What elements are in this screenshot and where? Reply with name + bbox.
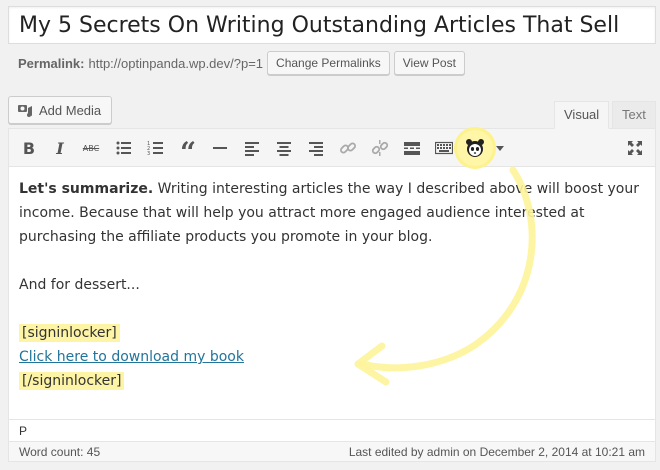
permalink-url[interactable]: http://optinpanda.wp.dev/?p=1 <box>88 56 263 71</box>
strikethrough-button[interactable]: ABC <box>77 134 105 162</box>
align-left-icon <box>245 142 259 156</box>
view-post-button[interactable]: View Post <box>393 51 465 75</box>
editor: B I ABC 123 “ Let's summarize. Writing i… <box>8 128 656 462</box>
align-center-button[interactable] <box>270 134 298 162</box>
summary-bold: Let's summarize. <box>19 181 154 197</box>
blockquote-icon: “ <box>179 136 197 169</box>
svg-text:3: 3 <box>147 151 150 157</box>
locker-close-shortcode: [/signinlocker] <box>19 372 125 390</box>
align-left-button[interactable] <box>238 134 266 162</box>
chevron-down-icon[interactable] <box>493 141 507 155</box>
add-media-label: Add Media <box>39 102 102 118</box>
download-book-link[interactable]: Click here to download my book <box>19 349 244 365</box>
read-more-button[interactable] <box>398 134 426 162</box>
align-right-button[interactable] <box>302 134 330 162</box>
summary-paragraph: Let's summarize. Writing interesting art… <box>19 177 647 249</box>
locker-open-shortcode: [signinlocker] <box>19 324 120 342</box>
horizontal-line-button[interactable] <box>206 134 234 162</box>
editor-toolbar: B I ABC 123 “ <box>9 129 655 167</box>
add-media-button[interactable]: Add Media <box>8 96 113 124</box>
italic-button[interactable]: I <box>46 134 74 162</box>
bold-icon: B <box>22 138 36 158</box>
permalink-label: Permalink: <box>18 55 85 71</box>
element-path[interactable]: P <box>9 419 655 441</box>
read-more-icon <box>404 142 420 155</box>
camera-music-icon <box>17 102 33 118</box>
horizontal-line-icon <box>213 147 227 149</box>
unlink-icon <box>371 140 389 156</box>
align-center-icon <box>277 142 291 156</box>
optin-panda-button[interactable] <box>457 130 493 166</box>
strikethrough-icon: ABC <box>82 143 100 153</box>
editor-status-bar: Word count: 45 Last edited by admin on D… <box>9 441 655 461</box>
word-count: Word count: 45 <box>19 444 101 459</box>
bulleted-list-icon <box>116 141 131 155</box>
fullscreen-button[interactable] <box>621 134 649 162</box>
link-icon <box>340 142 356 154</box>
last-edited: Last edited by admin on December 2, 2014… <box>348 444 645 459</box>
keyboard-icon <box>435 141 453 155</box>
blockquote-button[interactable]: “ <box>174 134 202 169</box>
tab-visual[interactable]: Visual <box>554 101 610 129</box>
tab-text[interactable]: Text <box>612 101 656 129</box>
bold-button[interactable]: B <box>15 134 43 162</box>
change-permalinks-button[interactable]: Change Permalinks <box>267 51 390 75</box>
fullscreen-icon <box>628 141 642 155</box>
remove-link-button[interactable] <box>366 134 394 162</box>
post-title-input[interactable] <box>8 6 656 44</box>
toolbar-toggle-button[interactable] <box>430 134 458 162</box>
insert-link-button[interactable] <box>334 134 362 162</box>
dessert-paragraph: And for dessert... <box>19 277 140 293</box>
bulleted-list-button[interactable] <box>110 134 138 162</box>
editor-content[interactable]: Let's summarize. Writing interesting art… <box>19 177 647 393</box>
align-right-icon <box>309 142 323 156</box>
panda-icon <box>466 139 484 157</box>
permalink-row: Permalink: http://optinpanda.wp.dev/?p=1… <box>18 51 465 75</box>
numbered-list-icon: 123 <box>147 141 163 157</box>
italic-icon: I <box>56 138 64 158</box>
numbered-list-button[interactable]: 123 <box>142 134 170 162</box>
